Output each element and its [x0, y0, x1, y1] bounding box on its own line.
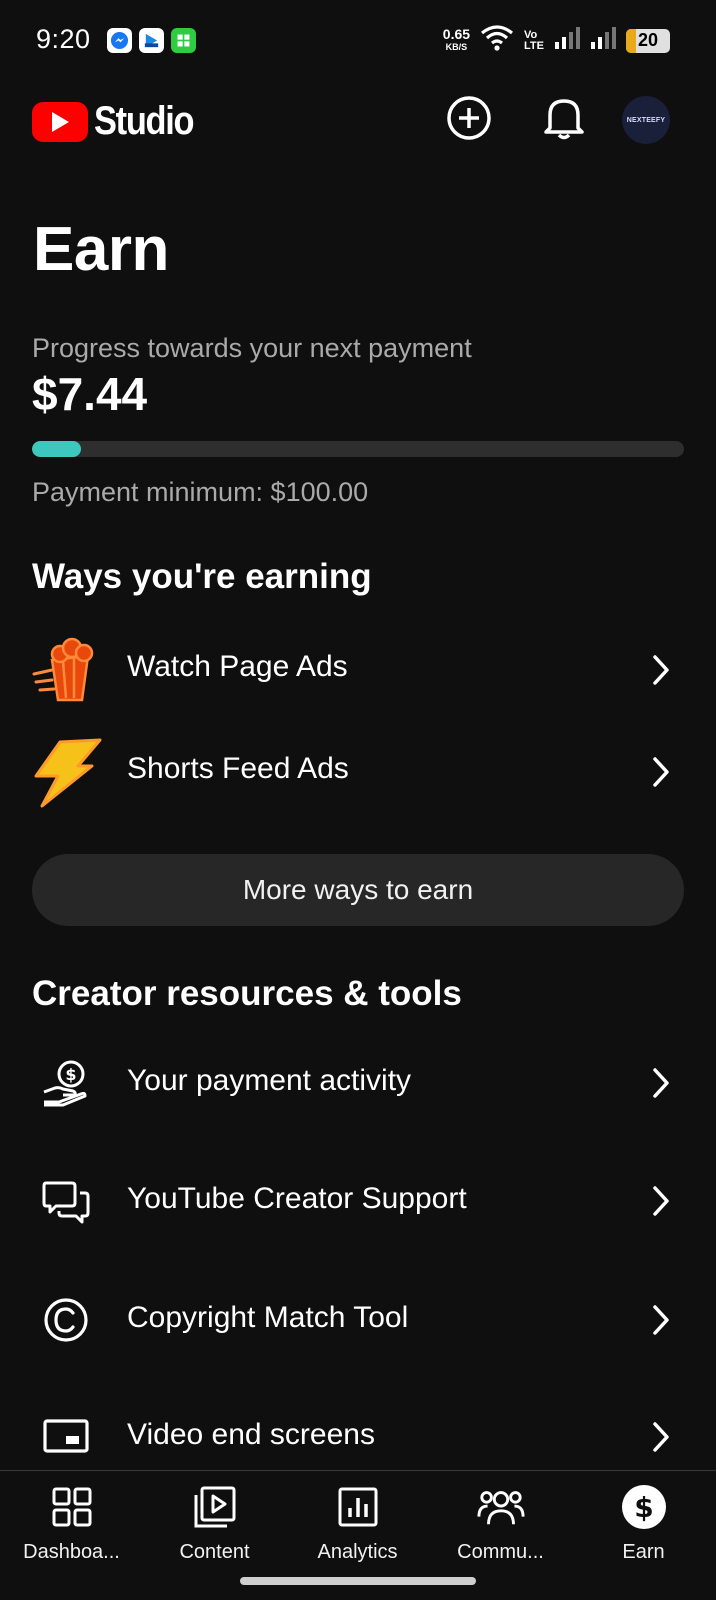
youtube-play-icon	[32, 101, 88, 142]
nav-item-dashboard[interactable]: Dashboa...	[0, 1483, 143, 1583]
volte-indicator: Vo LTE	[524, 28, 544, 52]
copyright-icon	[30, 1284, 102, 1356]
app-bar: Studio NEXTEEFY	[0, 84, 716, 156]
notifications-button[interactable]	[540, 96, 588, 144]
page-title: Earn	[33, 215, 169, 284]
nav-label: Content	[179, 1541, 250, 1563]
list-item-watch-page-ads[interactable]: Watch Page Ads	[0, 630, 716, 710]
row-label: Your payment activity	[127, 1064, 412, 1097]
nav-label: Earn	[622, 1541, 665, 1563]
list-item-creator-support[interactable]: YouTube Creator Support	[0, 1164, 716, 1238]
row-label: Watch Page Ads	[127, 650, 348, 683]
wifi-icon	[480, 24, 514, 57]
nav-item-earn[interactable]: $ Earn	[572, 1483, 715, 1583]
youtube-studio-logo[interactable]: Studio	[32, 99, 209, 144]
signal-icon	[554, 26, 580, 55]
chat-bubbles-icon	[30, 1165, 102, 1237]
battery-level: 20	[637, 30, 659, 50]
ways-earning-title: Ways you're earning	[32, 557, 372, 596]
payment-amount: $7.44	[32, 368, 148, 420]
list-item-payment-activity[interactable]: $ Your payment activity	[0, 1046, 716, 1120]
payment-progress-fill	[32, 441, 81, 457]
list-item-video-end-screens[interactable]: Video end screens	[0, 1401, 716, 1471]
status-time: 9:20	[36, 24, 91, 54]
earn-screen: 9:20 0.65 KB/S Vo LTE 20 Studio NEXTEEFY…	[0, 0, 716, 1600]
payment-hand-icon: $	[30, 1047, 102, 1119]
volte-top: Vo	[524, 28, 538, 41]
row-label: YouTube Creator Support	[127, 1182, 467, 1215]
status-bar: 9:20 0.65 KB/S Vo LTE 20	[0, 0, 716, 84]
chevron-right-icon	[646, 752, 676, 792]
messenger-icon	[107, 28, 132, 53]
lightning-icon	[30, 736, 102, 808]
popcorn-icon	[30, 634, 102, 706]
create-icon	[446, 95, 492, 146]
calculator-app-icon	[171, 28, 196, 53]
brand-name: Studio	[94, 99, 195, 143]
network-speed-unit: KB/S	[445, 41, 468, 52]
avatar[interactable]: NEXTEEFY	[622, 96, 670, 144]
row-label: Shorts Feed Ads	[127, 752, 349, 785]
nav-item-community[interactable]: Commu...	[429, 1483, 572, 1583]
network-speed-value: 0.65	[442, 25, 471, 42]
volte-bottom: LTE	[524, 39, 544, 52]
play-store-app-icon	[139, 28, 164, 53]
earn-icon: $	[620, 1483, 668, 1531]
nav-label: Analytics	[317, 1541, 398, 1563]
chevron-right-icon	[646, 650, 676, 690]
notifications-icon	[542, 95, 586, 146]
end-screen-icon	[30, 1401, 102, 1471]
row-label: Copyright Match Tool	[127, 1301, 409, 1334]
chevron-right-icon	[646, 1417, 676, 1457]
progress-label: Progress towards your next payment	[32, 333, 472, 363]
signal-icon-2	[590, 26, 616, 55]
more-ways-to-earn-button[interactable]: More ways to earn	[32, 854, 684, 926]
nav-label: Commu...	[457, 1541, 544, 1563]
svg-text:$: $	[65, 1065, 76, 1084]
network-speed: 0.65 KB/S	[442, 25, 471, 54]
content-icon	[191, 1483, 239, 1531]
row-label: Video end screens	[127, 1418, 375, 1451]
chevron-right-icon	[646, 1300, 676, 1340]
battery-fill	[626, 28, 636, 53]
resources-title: Creator resources & tools	[32, 974, 462, 1013]
community-icon	[476, 1483, 525, 1531]
chevron-right-icon	[646, 1181, 676, 1221]
svg-text:$: $	[634, 1491, 653, 1524]
dashboard-icon	[48, 1483, 96, 1531]
payment-minimum: Payment minimum: $100.00	[32, 477, 369, 507]
home-indicator[interactable]	[240, 1577, 476, 1585]
list-item-shorts-feed-ads[interactable]: Shorts Feed Ads	[0, 732, 716, 812]
create-button[interactable]	[445, 95, 493, 146]
battery-icon: 20	[626, 28, 670, 53]
chevron-right-icon	[646, 1063, 676, 1103]
nav-item-analytics[interactable]: Analytics	[286, 1483, 429, 1583]
avatar-text: NEXTEEFY	[626, 116, 666, 124]
list-item-copyright-match[interactable]: Copyright Match Tool	[0, 1283, 716, 1357]
status-right: 0.65 KB/S Vo LTE 20	[443, 24, 670, 57]
nav-label: Dashboa...	[23, 1541, 120, 1563]
analytics-icon	[334, 1483, 382, 1531]
nav-item-content[interactable]: Content	[143, 1483, 286, 1583]
payment-progress-bar	[32, 441, 684, 457]
notification-app-icons	[107, 28, 196, 53]
